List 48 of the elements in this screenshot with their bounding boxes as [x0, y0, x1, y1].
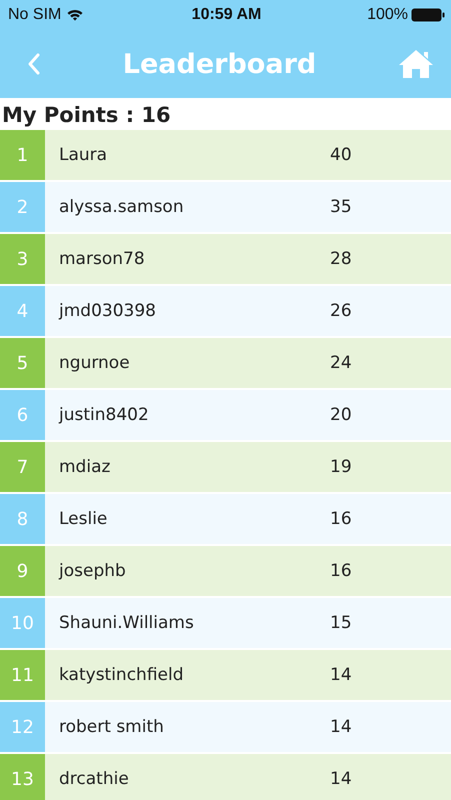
- points-cell: 28: [330, 249, 352, 269]
- battery-icon: [411, 8, 445, 22]
- points-cell: 15: [330, 613, 352, 633]
- battery-percent: 100%: [367, 6, 408, 24]
- name-cell-text: marson78: [58, 249, 146, 269]
- points-cell: 19: [330, 457, 352, 477]
- page-title: Leaderboard: [122, 48, 316, 80]
- name-cell-text: Leslie: [58, 509, 108, 529]
- points-cell: 35: [330, 197, 352, 217]
- rank-cell: 1: [0, 130, 45, 180]
- rank-cell: 9: [0, 546, 45, 596]
- points-cell: 40: [330, 145, 352, 165]
- name-cell-text: alyssa.samson: [58, 197, 185, 217]
- points-cell: 16: [330, 561, 352, 581]
- name-cell-text: mdiaz: [58, 457, 112, 477]
- name-cell-text: ngurnoe: [58, 353, 131, 373]
- rank-cell: 13: [0, 754, 45, 800]
- points-cell: 16: [330, 509, 352, 529]
- rank-cell: 7: [0, 442, 45, 492]
- points-cell: 14: [330, 769, 352, 789]
- rank-cell: 5: [0, 338, 45, 388]
- rank-cell: 11: [0, 650, 45, 700]
- points-cell: 26: [330, 301, 352, 321]
- points-cell: 14: [330, 717, 352, 737]
- name-cell-text: robert smith: [58, 717, 165, 737]
- rank-cell: 2: [0, 182, 45, 232]
- wifi-icon: [67, 9, 84, 21]
- rank-cell: 8: [0, 494, 45, 544]
- points-cell: 14: [330, 665, 352, 685]
- name-cell-text: jmd030398: [58, 301, 157, 321]
- name-cell-text: Shauni.Williams: [58, 613, 195, 633]
- rank-cell: 12: [0, 702, 45, 752]
- my-points-label: My Points : 16: [1, 102, 172, 129]
- name-cell-text: josephb: [58, 561, 127, 581]
- rank-cell: 4: [0, 286, 45, 336]
- points-cell: 24: [330, 353, 352, 373]
- home-icon[interactable]: [398, 49, 434, 79]
- carrier-label: No SIM: [8, 6, 62, 24]
- rank-cell: 10: [0, 598, 45, 648]
- name-cell-text: drcathie: [58, 769, 130, 789]
- points-cell: 20: [330, 405, 352, 425]
- rank-cell: 3: [0, 234, 45, 284]
- status-time: 10:59 AM: [192, 6, 262, 24]
- back-icon[interactable]: [27, 52, 41, 76]
- name-cell-text: justin8402: [58, 405, 150, 425]
- rank-cell: 6: [0, 390, 45, 440]
- name-cell-text: Laura: [58, 145, 108, 165]
- name-cell-text: katystinchfield: [58, 665, 185, 685]
